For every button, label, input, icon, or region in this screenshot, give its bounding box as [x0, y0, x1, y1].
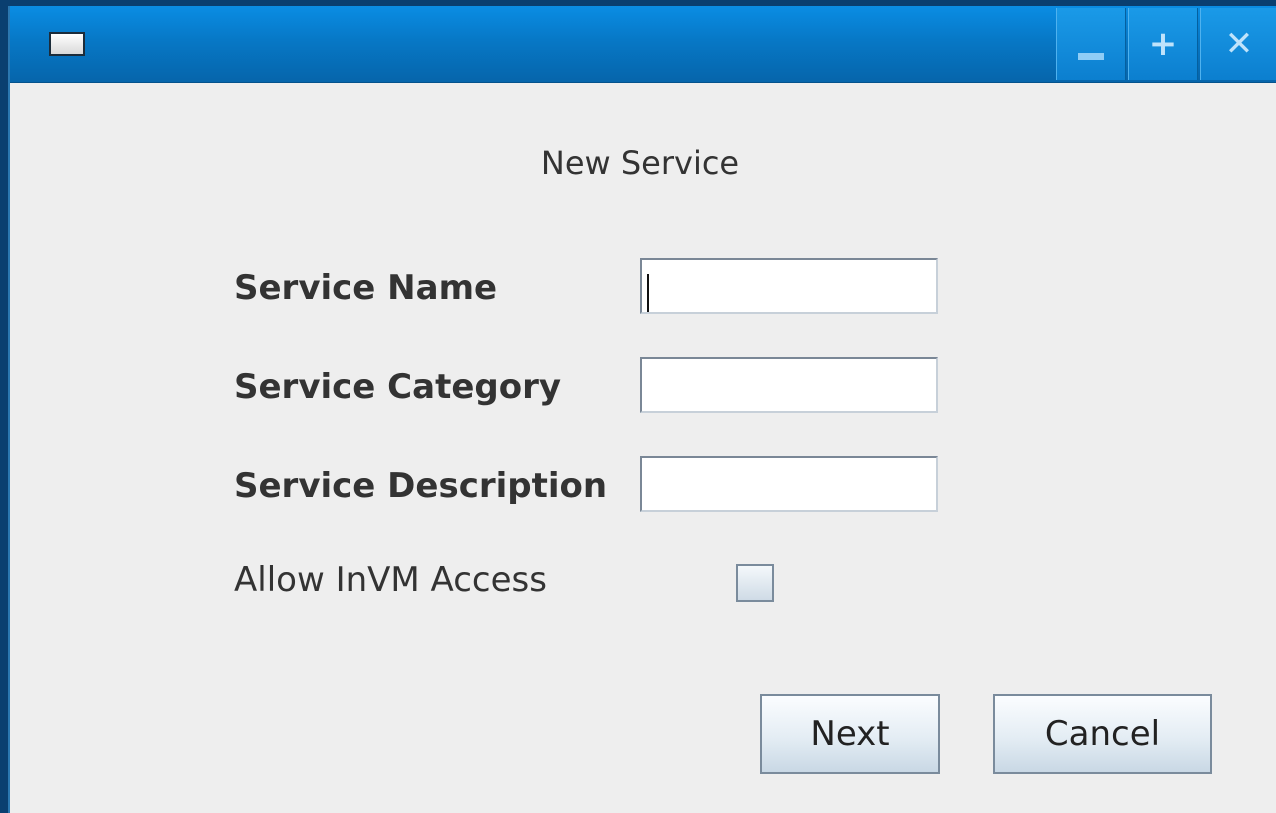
next-button[interactable]: Next — [760, 694, 940, 774]
service-category-input[interactable] — [640, 357, 938, 413]
minimize-icon[interactable] — [1056, 8, 1126, 80]
service-name-label: Service Name — [234, 268, 498, 308]
title-bar[interactable]: + ✕ — [10, 6, 1276, 83]
dialog-heading: New Service — [540, 144, 740, 182]
maximize-icon[interactable]: + — [1128, 8, 1198, 80]
allow-invm-access-label: Allow InVM Access — [234, 560, 547, 600]
service-name-input[interactable] — [640, 258, 938, 314]
cancel-button[interactable]: Cancel — [993, 694, 1212, 774]
service-category-label: Service Category — [234, 367, 562, 407]
close-icon[interactable]: ✕ — [1200, 8, 1276, 80]
allow-invm-access-checkbox[interactable] — [736, 564, 774, 602]
text-caret — [647, 274, 649, 312]
service-description-input[interactable] — [640, 456, 938, 512]
service-description-label: Service Description — [234, 466, 608, 506]
dialog-window: + ✕ New Service Service Name Service Cat… — [8, 6, 1276, 813]
window-icon[interactable] — [49, 32, 85, 56]
